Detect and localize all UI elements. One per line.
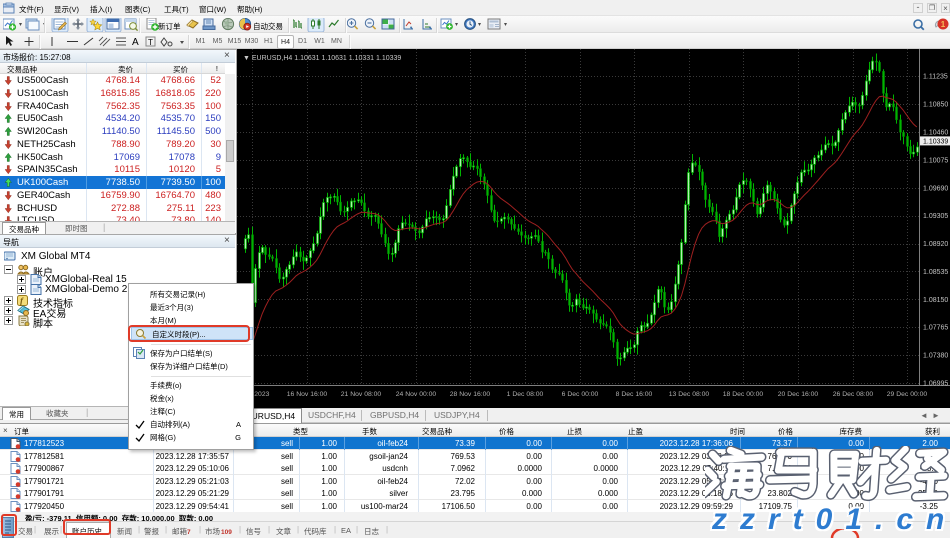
svg-text:29 Dec 00:00: 29 Dec 00:00 xyxy=(887,391,928,398)
svg-text:28 Nov 16:00: 28 Nov 16:00 xyxy=(450,391,491,398)
svg-text:13 Dec 08:00: 13 Dec 08:00 xyxy=(669,391,710,398)
svg-text:1.07380: 1.07380 xyxy=(923,353,948,360)
svg-text:1.10075: 1.10075 xyxy=(923,158,948,165)
svg-text:1.10460: 1.10460 xyxy=(923,130,948,137)
svg-text:A: A xyxy=(132,37,139,48)
svg-text:21 Nov 08:00: 21 Nov 08:00 xyxy=(341,391,382,398)
svg-text:1.07765: 1.07765 xyxy=(923,325,948,332)
svg-text:6 Dec 00:00: 6 Dec 00:00 xyxy=(562,391,599,398)
svg-text:26 Dec 08:00: 26 Dec 08:00 xyxy=(833,391,874,398)
svg-text:1.11235: 1.11235 xyxy=(923,74,948,81)
svg-text:T: T xyxy=(148,38,153,47)
svg-text:1.08150: 1.08150 xyxy=(923,297,948,304)
svg-text:1.10339: 1.10339 xyxy=(923,138,948,145)
svg-text:20 Dec 16:00: 20 Dec 16:00 xyxy=(778,391,819,398)
svg-text:24 Nov 00:00: 24 Nov 00:00 xyxy=(396,391,437,398)
svg-text:1.08535: 1.08535 xyxy=(923,269,948,276)
svg-text:1.09305: 1.09305 xyxy=(923,213,948,220)
svg-text:▼ EURUSD,H4 1.10631 1.10631 1: ▼ EURUSD,H4 1.10631 1.10631 1.10331 1.10… xyxy=(243,55,401,62)
svg-text:1: 1 xyxy=(941,20,946,29)
svg-text:1 Dec 08:00: 1 Dec 08:00 xyxy=(507,391,544,398)
svg-text:18 Dec 00:00: 18 Dec 00:00 xyxy=(723,391,764,398)
svg-text:1.10850: 1.10850 xyxy=(923,101,948,108)
svg-text:1.06995: 1.06995 xyxy=(923,381,948,388)
svg-text:1.09690: 1.09690 xyxy=(923,185,948,192)
svg-text:8 Dec 16:00: 8 Dec 16:00 xyxy=(616,391,653,398)
svg-text:1.08920: 1.08920 xyxy=(923,241,948,248)
svg-text:16 Nov 16:00: 16 Nov 16:00 xyxy=(287,391,328,398)
